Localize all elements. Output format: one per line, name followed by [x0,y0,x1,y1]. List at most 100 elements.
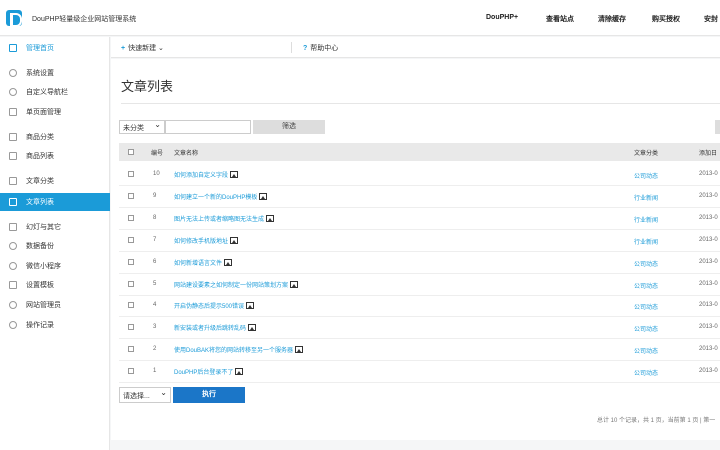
row-checkbox[interactable] [128,258,134,265]
question-icon: ? [303,45,308,52]
keyword-input[interactable] [165,120,251,134]
table-row: 7 如何修改手机版地址 行业新闻 2013-0 [119,230,720,252]
table-row: 5 网站建设要素之如何制定一份网站策划方案 公司动态 2013-0 [119,274,720,296]
row-category-link[interactable]: 公司动态 [634,302,658,311]
nav-buy-license[interactable]: 购买授权 [652,14,680,24]
nav-more[interactable]: 安封 [704,14,718,24]
row-id: 7 [153,236,157,243]
slides-icon [9,223,17,231]
article-title-link[interactable]: 网站建设要素之如何制定一份网站策划方案 [174,280,299,289]
quick-create-menu[interactable]: + 快速新建 ⌄ [121,43,164,53]
column-date: 添加日 [699,151,718,157]
nav-view-site[interactable]: 查看站点 [546,14,574,24]
image-icon [246,302,255,310]
row-checkbox[interactable] [128,171,134,177]
sidebar-item-article-category[interactable]: 文章分类 [0,172,110,190]
help-center-link[interactable]: ? 帮助中心 [303,43,338,53]
row-checkbox[interactable] [128,324,134,331]
table-row: 2 使用DouBAK将您的网站转移至另一个服务器 公司动态 2013-0 [119,339,720,362]
sidebar-item-backup[interactable]: 数据备份 [0,237,110,255]
article-title-link[interactable]: 如何建立一个新的DouPHP模板 [174,192,268,201]
row-id: 4 [153,302,157,309]
sidebar-item-miniprogram[interactable]: 微信小程序 [0,257,110,275]
sidebar-item-logs[interactable]: 操作记录 [0,316,110,334]
row-date: 2013-0 [699,324,718,331]
row-category-link[interactable]: 公司动态 [634,324,658,333]
row-id: 2 [153,346,157,353]
image-icon [266,214,275,222]
sub-bar: + 快速新建 ⌄ ? 帮助中心 [111,37,720,58]
row-date: 2013-0 [699,368,718,375]
row-checkbox[interactable] [128,280,134,287]
article-title-link[interactable]: 如何新增语言文件 [174,258,233,267]
row-checkbox[interactable] [128,302,134,309]
row-date: 2013-0 [699,214,718,221]
row-id: 8 [153,214,157,221]
row-id: 10 [153,171,160,177]
logo-icon [6,10,22,27]
image-icon [290,280,299,288]
share-icon [9,88,17,96]
plus-icon: + [121,45,126,52]
row-checkbox[interactable] [128,368,134,375]
sidebar-item-article-list[interactable]: 文章列表 [0,193,110,211]
row-id: 9 [153,192,157,199]
nav-clear-cache[interactable]: 清除缓存 [598,14,626,24]
row-category-link[interactable]: 行业新闻 [634,193,658,202]
sidebar-item-nav[interactable]: 自定义导航栏 [0,83,110,101]
category-icon [9,133,17,141]
filter-button[interactable]: 筛选 [253,120,325,134]
article-title-link[interactable]: 图片无法上传或者缩略图无法生成 [174,214,275,223]
row-id: 6 [153,258,157,265]
sidebar: 管理首页 系统设置 自定义导航栏 单页面管理 商品分类 商品列表 文章分类 文章… [0,37,110,450]
column-name: 文章名称 [174,151,199,157]
clock-icon [9,321,17,329]
select-all-checkbox[interactable] [128,149,134,155]
right-button[interactable] [715,120,720,134]
article-title-link[interactable]: 开启伪静态后提示500错误 [174,301,255,310]
app-title: DouPHP轻量级企业网站管理系统 [32,16,137,23]
row-checkbox[interactable] [128,236,134,243]
table-row: 8 图片无法上传或者缩略图无法生成 行业新闻 2013-0 [119,208,720,230]
article-title-link[interactable]: 如何添加自定义字段 [174,170,239,179]
article-title-link[interactable]: 如何修改手机版地址 [174,236,239,245]
row-checkbox[interactable] [128,214,134,221]
backup-icon [9,242,17,250]
batch-action-select[interactable]: 请选择... [119,387,171,403]
sidebar-item-admins[interactable]: 网站管理员 [0,296,110,314]
row-category-link[interactable]: 行业新闻 [634,237,658,246]
row-category-link[interactable]: 公司动态 [634,368,658,377]
grid-icon [9,152,17,160]
article-title-link[interactable]: 新安装或者升级后跳转乱码 [174,323,257,332]
row-checkbox[interactable] [128,192,134,199]
sidebar-item-slides[interactable]: 幻灯与其它 [0,218,110,236]
sidebar-item-product-list[interactable]: 商品列表 [0,147,110,165]
row-category-link[interactable]: 公司动态 [634,259,658,268]
wechat-icon [9,262,17,270]
sidebar-item-home[interactable]: 管理首页 [0,39,110,57]
image-icon [230,171,239,178]
table-header: 编号 文章名称 文章分类 添加日 [119,143,720,161]
table-row: 6 如何新增语言文件 公司动态 2013-0 [119,252,720,274]
row-category-link[interactable]: 公司动态 [634,346,658,355]
sidebar-item-template[interactable]: 设置模板 [0,276,110,294]
article-title-link[interactable]: 使用DouBAK将您的网站转移至另一个服务器 [174,345,304,354]
row-checkbox[interactable] [128,346,134,353]
row-category-link[interactable]: 公司动态 [634,281,658,290]
row-category-link[interactable]: 公司动态 [634,171,658,180]
nav-douphp-plus[interactable]: DouPHP+ [486,14,518,21]
row-id: 5 [153,280,157,287]
chevron-down-icon: ⌄ [158,45,164,52]
gear-icon [9,69,17,77]
sidebar-item-pages[interactable]: 单页面管理 [0,103,110,121]
divider [121,103,720,104]
article-title-link[interactable]: DouPHP后台登录不了 [174,367,244,376]
execute-button[interactable]: 执行 [173,387,245,403]
row-category-link[interactable]: 行业新闻 [634,215,658,224]
sidebar-item-settings[interactable]: 系统设置 [0,64,110,82]
sidebar-item-product-category[interactable]: 商品分类 [0,128,110,146]
table-row: 9 如何建立一个新的DouPHP模板 行业新闻 2013-0 [119,186,720,208]
image-icon [259,192,268,200]
row-date: 2013-0 [699,302,718,309]
category-filter-select[interactable]: 未分类 [119,120,165,134]
